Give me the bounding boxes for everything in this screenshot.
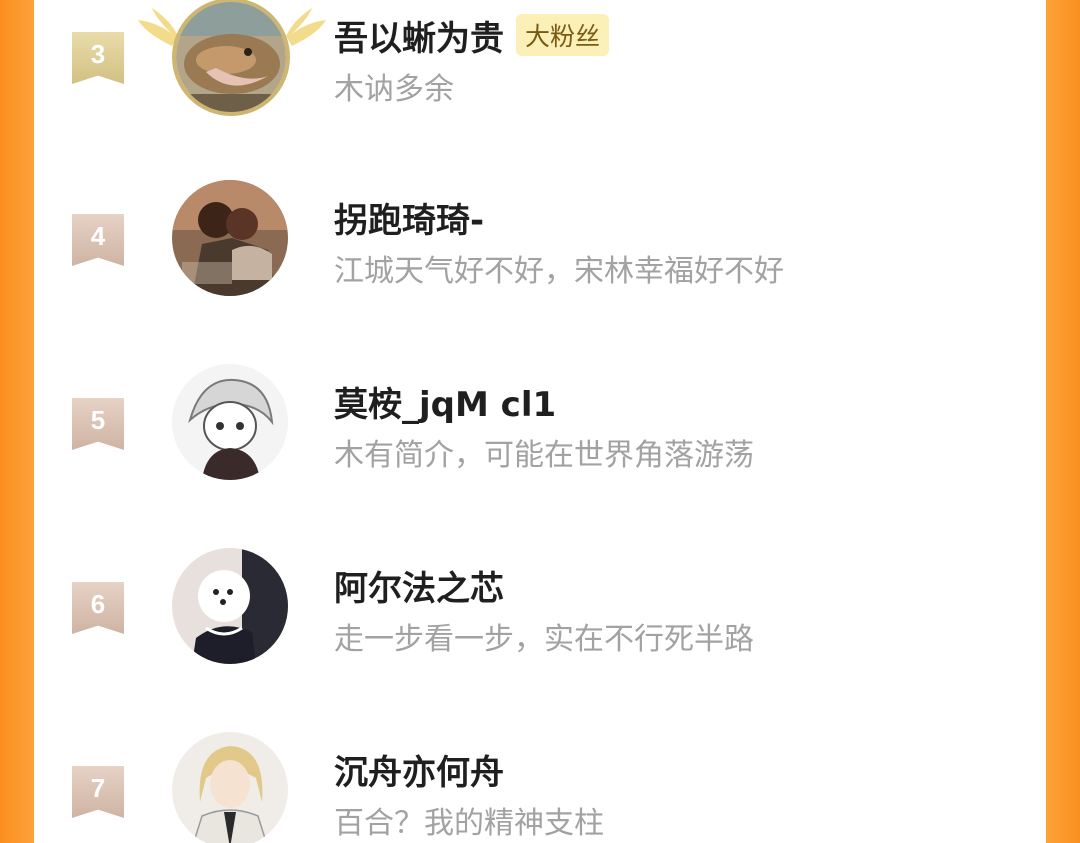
name-line: 拐跑琦琦- (334, 192, 484, 242)
fan-name[interactable]: 阿尔法之芯 (334, 561, 504, 610)
rank-number: 6 (90, 589, 106, 619)
fan-row-5[interactable]: 5 莫桉_jqM cl1 木有简介，可能在世界角落游荡 (34, 352, 1046, 502)
name-line: 莫桉_jqM cl1 (334, 376, 556, 426)
rank-number: 4 (90, 221, 106, 251)
fan-bio: 木有简介，可能在世界角落游荡 (334, 438, 754, 473)
avatar-frame[interactable] (138, 0, 326, 118)
illustrated-couple (172, 180, 288, 296)
fan-bio: 百合？我的精神支柱 (334, 806, 604, 841)
avatar (172, 180, 288, 296)
rank-number: 7 (90, 773, 106, 803)
avatar-frame[interactable] (172, 180, 292, 300)
rank-number: 5 (90, 405, 106, 435)
fan-row-3[interactable]: 3 吾以蜥为贵 大粉丝 木讷多余 (34, 0, 1046, 136)
lizard-photo (176, 2, 286, 112)
fan-row-6[interactable]: 6 阿尔法之芯 走一步看一步，实在不行死半路 (34, 536, 1046, 686)
rank-badge-5: 5 (72, 398, 124, 450)
rank-badge-6: 6 (72, 582, 124, 634)
avatar-frame[interactable] (172, 732, 292, 843)
avatar-frame[interactable] (172, 364, 292, 484)
avatar (172, 0, 290, 116)
name-line: 吾以蜥为贵 大粉丝 (334, 10, 610, 60)
fan-row-7[interactable]: 7 沉舟亦何舟 百合？我的精神支柱 (34, 720, 1046, 843)
fan-name[interactable]: 拐跑琦琦- (334, 193, 484, 242)
rank-badge-7: 7 (72, 766, 124, 818)
fan-ranking-list: 3 吾以蜥为贵 大粉丝 木讷多余 4 拐跑琦琦- 江城天气好不好，宋林幸福好不好… (34, 0, 1046, 843)
fan-name[interactable]: 沉舟亦何舟 (334, 745, 504, 794)
avatar (172, 364, 288, 480)
avatar-frame[interactable] (172, 548, 292, 668)
fan-row-4[interactable]: 4 拐跑琦琦- 江城天气好不好，宋林幸福好不好 (34, 168, 1046, 318)
rank-badge-3: 3 (72, 32, 124, 84)
rank-badge-4: 4 (72, 214, 124, 266)
fan-name[interactable]: 吾以蜥为贵 (334, 11, 504, 60)
fan-level-badge: 大粉丝 (516, 14, 610, 56)
avatar (172, 732, 288, 843)
white-dog (172, 548, 288, 664)
name-line: 沉舟亦何舟 (334, 744, 504, 794)
anime-blonde-man (172, 732, 288, 843)
rank-number: 3 (90, 39, 106, 69)
fan-bio: 江城天气好不好，宋林幸福好不好 (334, 254, 784, 289)
fan-name[interactable]: 莫桉_jqM cl1 (334, 377, 556, 426)
fan-bio: 走一步看一步，实在不行死半路 (334, 622, 754, 657)
fan-bio: 木讷多余 (334, 72, 454, 107)
avatar (172, 548, 288, 664)
name-line: 阿尔法之芯 (334, 560, 504, 610)
anime-sketch (172, 364, 288, 480)
